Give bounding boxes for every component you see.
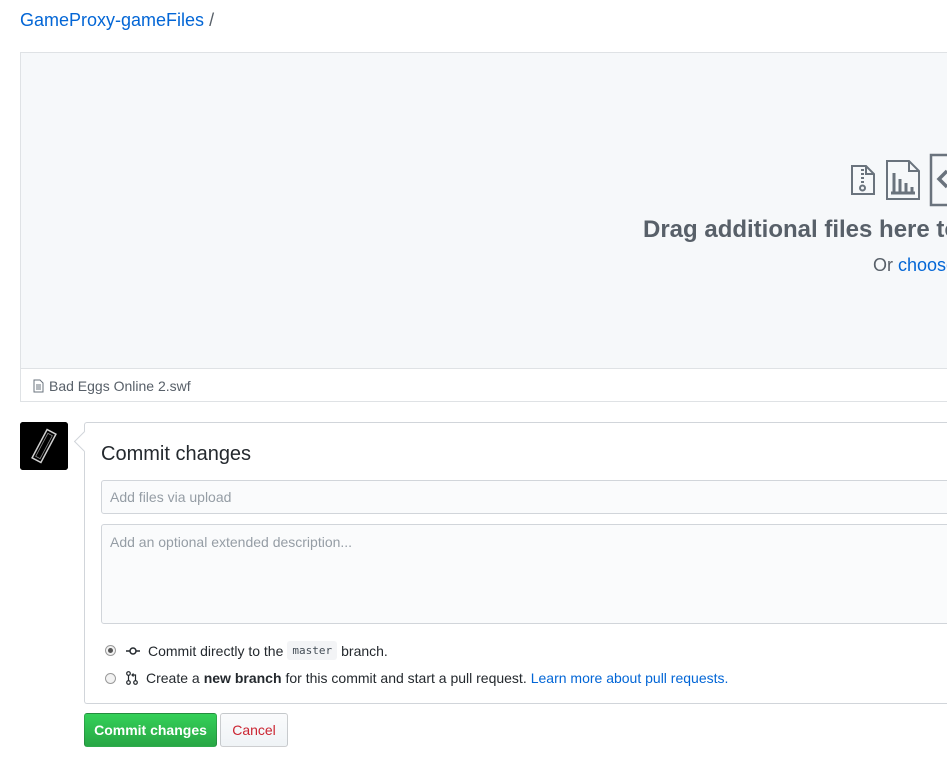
avatar-image	[20, 422, 68, 470]
breadcrumb: GameProxy-gameFiles /	[20, 10, 214, 31]
new-branch-prefix: Create a	[146, 670, 200, 686]
file-list-item: Bad Eggs Online 2.swf	[33, 378, 191, 394]
new-branch-bold: new branch	[203, 670, 282, 686]
repo-link[interactable]: GameProxy-gameFiles	[20, 10, 204, 30]
commit-changes-button[interactable]: Commit changes	[84, 713, 217, 747]
commit-direct-radio[interactable]	[105, 645, 116, 656]
zip-file-icon	[851, 165, 875, 195]
learn-more-pull-requests-link[interactable]: Learn more about pull requests.	[531, 670, 729, 686]
commit-description-input[interactable]	[101, 524, 947, 624]
chart-file-icon	[886, 160, 920, 200]
file-icon	[33, 379, 44, 393]
choose-files-link[interactable]: choose	[898, 255, 947, 275]
commit-direct-prefix: Commit directly to the	[148, 642, 284, 659]
new-branch-suffix: for this commit and start a pull request…	[285, 670, 527, 686]
dropzone-subtitle: Or choose	[873, 255, 947, 276]
commit-direct-suffix: branch.	[341, 642, 388, 659]
commit-form: Commit changes Commit directly to the ma…	[84, 422, 947, 704]
avatar[interactable]	[20, 422, 68, 470]
code-file-icon	[929, 153, 947, 207]
dropzone-sub-prefix: Or	[873, 255, 898, 275]
uploaded-file-list: Bad Eggs Online 2.swf	[20, 368, 947, 402]
commit-summary-input[interactable]	[101, 480, 947, 514]
dropzone-title: Drag additional files here to	[643, 216, 947, 243]
file-drop-zone[interactable]: Drag additional files here to Or choose	[20, 52, 947, 368]
git-commit-icon	[126, 646, 140, 655]
file-name: Bad Eggs Online 2.swf	[49, 378, 191, 394]
commit-direct-option[interactable]: Commit directly to the master branch.	[105, 641, 388, 660]
cancel-button[interactable]: Cancel	[220, 713, 288, 747]
branch-name: master	[287, 641, 338, 660]
git-pull-request-icon	[126, 671, 138, 685]
commit-new-branch-option[interactable]: Create a new branch for this commit and …	[105, 670, 728, 686]
commit-title: Commit changes	[101, 443, 252, 465]
breadcrumb-separator: /	[209, 10, 215, 30]
commit-new-branch-radio[interactable]	[105, 672, 116, 684]
